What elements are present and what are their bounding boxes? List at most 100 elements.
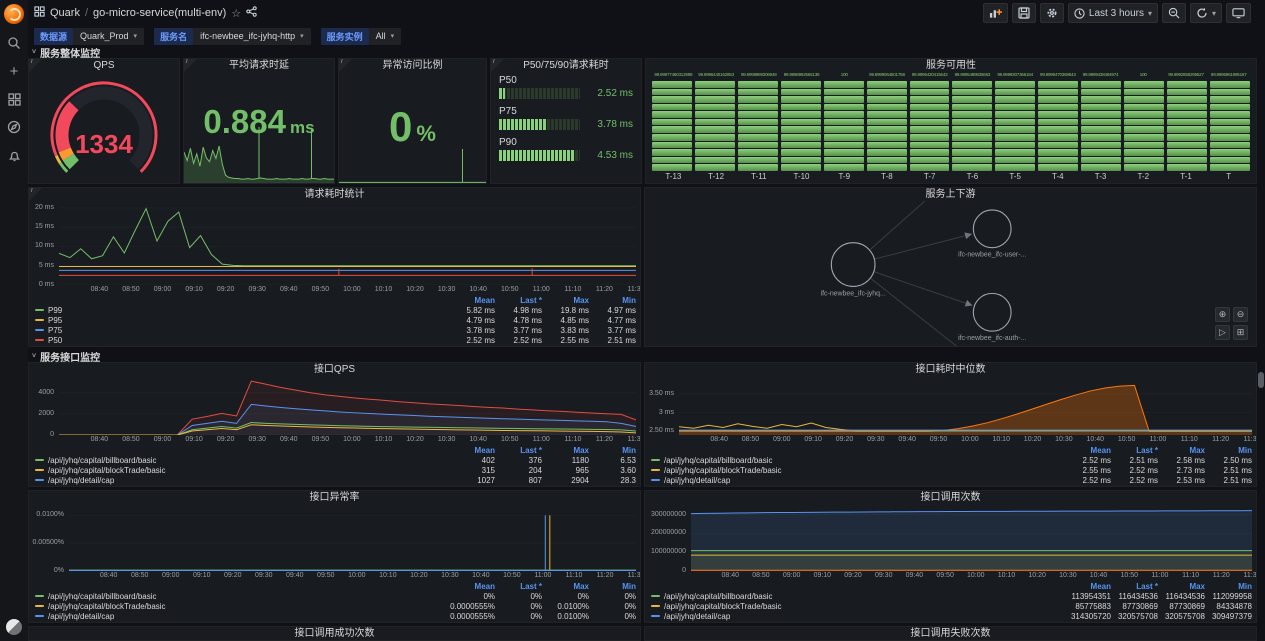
refresh-button[interactable]: ▾ bbox=[1190, 3, 1222, 23]
legend-column-header[interactable]: Last * bbox=[1111, 446, 1158, 455]
legend-row[interactable]: P502.52 ms2.52 ms2.55 ms2.51 ms bbox=[35, 335, 636, 345]
legend-row[interactable]: /api/jyhq/detail/cap2.52 ms2.52 ms2.53 m… bbox=[651, 475, 1252, 485]
star-icon[interactable]: ☆ bbox=[231, 7, 241, 20]
legend-row[interactable]: /api/jyhq/detail/cap31430572032057570832… bbox=[651, 611, 1252, 621]
pan-icon[interactable]: ▷ bbox=[1215, 325, 1230, 340]
panel-info-icon[interactable] bbox=[29, 188, 42, 201]
legend-column-header[interactable]: Mean bbox=[1064, 446, 1111, 455]
user-avatar[interactable] bbox=[6, 619, 22, 635]
panel-title[interactable]: 平均请求时延 bbox=[184, 59, 334, 72]
scrollbar bbox=[1257, 0, 1265, 641]
legend-column-header[interactable]: Mean bbox=[448, 582, 495, 591]
legend-column-header[interactable]: Mean bbox=[1064, 582, 1111, 591]
x-axis-label: 10:00 bbox=[343, 436, 361, 443]
legend-row[interactable]: P753.78 ms3.77 ms3.83 ms3.77 ms bbox=[35, 325, 636, 335]
row-header-overall[interactable]: ˅服务整体监控 bbox=[28, 46, 1257, 58]
panel-title[interactable]: 接口异常率 bbox=[29, 491, 640, 504]
legend-row[interactable]: /api/jyhq/capital/billboard/basic0%0%0%0… bbox=[35, 591, 636, 601]
x-axis-label: 08:40 bbox=[91, 286, 109, 293]
legend-column-header[interactable]: Min bbox=[589, 582, 636, 591]
bar-gauge-track bbox=[499, 150, 580, 161]
panel-title[interactable]: 异常访问比例 bbox=[339, 59, 486, 72]
variable-value[interactable]: All▾ bbox=[369, 28, 402, 45]
legend-row[interactable]: /api/jyhq/detail/cap1027807290428.3 bbox=[35, 475, 636, 485]
create-icon[interactable]: + bbox=[5, 62, 23, 80]
y-axis-label: 10 ms bbox=[35, 242, 54, 249]
scrollbar-thumb[interactable] bbox=[1258, 372, 1264, 388]
legend-column-header[interactable]: Max bbox=[1158, 446, 1205, 455]
legend-row[interactable]: /api/jyhq/capital/billboard/basic4023761… bbox=[35, 455, 636, 465]
legend-row[interactable]: P954.79 ms4.78 ms4.85 ms4.77 ms bbox=[35, 315, 636, 325]
save-dashboard-button[interactable] bbox=[1012, 3, 1036, 23]
dashboard-settings-button[interactable] bbox=[1040, 3, 1064, 23]
variable-service[interactable]: 服务名 ifc-newbee_ifc-jyhq-http▾ bbox=[154, 28, 311, 45]
legend-column-header[interactable]: Max bbox=[1158, 582, 1205, 591]
legend-column-header[interactable]: Min bbox=[589, 296, 636, 305]
x-axis-label: 11:30 bbox=[1244, 572, 1258, 579]
legend-column-header[interactable]: Max bbox=[542, 296, 589, 305]
breadcrumb-folder[interactable]: Quark bbox=[50, 7, 80, 19]
zoom-in-icon[interactable]: ⊕ bbox=[1215, 307, 1230, 322]
legend-row[interactable]: /api/jyhq/capital/blockTrade/basic0.0000… bbox=[35, 601, 636, 611]
panel-title[interactable]: 请求耗时统计 bbox=[29, 188, 640, 201]
legend-column-header[interactable]: Min bbox=[589, 446, 636, 455]
add-panel-button[interactable] bbox=[983, 3, 1008, 23]
legend-row[interactable]: P995.82 ms4.98 ms19.8 ms4.97 ms bbox=[35, 305, 636, 315]
panel-title[interactable]: P50/75/90请求耗时 bbox=[491, 59, 641, 72]
time-range-picker[interactable]: Last 3 hours ▾ bbox=[1068, 3, 1158, 23]
explore-icon[interactable] bbox=[5, 118, 23, 136]
legend-column-header[interactable]: Last * bbox=[1111, 582, 1158, 591]
panel-info-icon[interactable] bbox=[184, 59, 197, 72]
breadcrumb-dashboard[interactable]: go-micro-service(multi-env) bbox=[93, 7, 226, 19]
legend-row[interactable]: /api/jyhq/detail/cap0.0000555%0%0.0100%0… bbox=[35, 611, 636, 621]
legend-value: 320575708 bbox=[1111, 612, 1158, 621]
panel-info-icon[interactable] bbox=[491, 59, 504, 72]
legend-column-header[interactable]: Max bbox=[542, 582, 589, 591]
panel-title[interactable]: 接口调用次数 bbox=[645, 491, 1256, 504]
x-axis-label: 09:30 bbox=[248, 286, 266, 293]
legend-row[interactable]: /api/jyhq/capital/blockTrade/basic315204… bbox=[35, 465, 636, 475]
variable-value[interactable]: Quark_Prod▾ bbox=[73, 28, 144, 45]
x-axis-label: 09:10 bbox=[185, 436, 203, 443]
panel-info-icon[interactable] bbox=[339, 59, 352, 72]
legend-column-header[interactable]: Min bbox=[1205, 446, 1252, 455]
zoom-out-icon[interactable]: ⊖ bbox=[1233, 307, 1248, 322]
x-axis-label: 09:40 bbox=[286, 572, 304, 579]
panel-info-icon[interactable] bbox=[29, 59, 42, 72]
panel-title[interactable]: 接口QPS bbox=[29, 363, 640, 376]
availability-column bbox=[1081, 81, 1121, 171]
legend-value: 320575708 bbox=[1158, 612, 1205, 621]
legend-column-header[interactable]: Max bbox=[542, 446, 589, 455]
legend-row[interactable]: /api/jyhq/capital/blockTrade/basic2.55 m… bbox=[651, 465, 1252, 475]
panel-title[interactable]: 接口调用失败次数 bbox=[645, 627, 1256, 640]
panel-title[interactable]: 接口调用成功次数 bbox=[29, 627, 640, 640]
zoom-out-button[interactable] bbox=[1162, 3, 1186, 23]
grafana-logo[interactable] bbox=[4, 4, 24, 24]
panel-title[interactable]: 服务上下游 bbox=[645, 188, 1256, 201]
layout-icon[interactable]: ⊞ bbox=[1233, 325, 1248, 340]
alerting-icon[interactable] bbox=[5, 146, 23, 164]
tv-mode-button[interactable] bbox=[1226, 3, 1251, 23]
legend-column-header[interactable]: Mean bbox=[448, 296, 495, 305]
variable-datasource[interactable]: 数据源 Quark_Prod▾ bbox=[34, 28, 144, 45]
legend-row[interactable]: /api/jyhq/capital/billboard/basic1139543… bbox=[651, 591, 1252, 601]
panel-title[interactable]: 接口耗时中位数 bbox=[645, 363, 1256, 376]
legend-value: 116434536 bbox=[1111, 592, 1158, 601]
variable-value[interactable]: ifc-newbee_ifc-jyhq-http▾ bbox=[193, 28, 311, 45]
panel-title[interactable]: 服务可用性 bbox=[646, 59, 1256, 72]
variable-instance[interactable]: 服务实例 All▾ bbox=[321, 28, 402, 45]
row-header-interface[interactable]: ˅服务接口监控 bbox=[28, 350, 1257, 362]
search-icon[interactable] bbox=[5, 34, 23, 52]
legend-column-header[interactable]: Min bbox=[1205, 582, 1252, 591]
legend-column-header[interactable]: Last * bbox=[495, 296, 542, 305]
panel-title[interactable]: QPS bbox=[29, 59, 179, 72]
x-axis-label: 10:50 bbox=[1118, 436, 1136, 443]
legend-row[interactable]: /api/jyhq/capital/billboard/basic2.52 ms… bbox=[651, 455, 1252, 465]
legend-column-header[interactable]: Mean bbox=[448, 446, 495, 455]
legend-column-header[interactable]: Last * bbox=[495, 446, 542, 455]
share-icon[interactable] bbox=[246, 6, 257, 20]
series-color-swatch bbox=[35, 459, 44, 461]
legend-column-header[interactable]: Last * bbox=[495, 582, 542, 591]
legend-row[interactable]: /api/jyhq/capital/blockTrade/basic857758… bbox=[651, 601, 1252, 611]
dashboards-icon[interactable] bbox=[5, 90, 23, 108]
